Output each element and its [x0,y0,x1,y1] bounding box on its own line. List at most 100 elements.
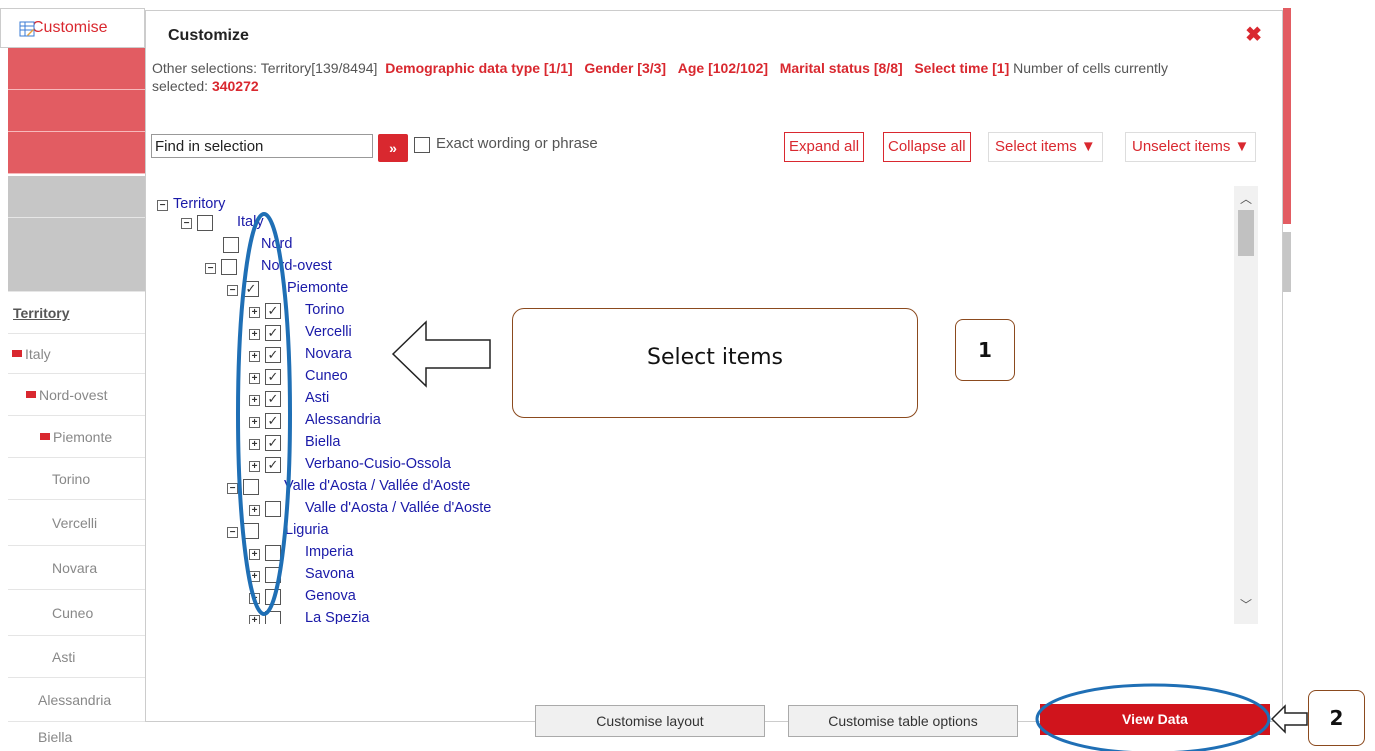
tree-checkbox[interactable] [265,545,281,561]
row-label: Piemonte [53,428,113,445]
expand-icon[interactable]: + [249,549,260,560]
tree-node-cuneo[interactable]: Cuneo [305,368,348,384]
tree-checkbox-checked[interactable]: ✓ [265,347,281,363]
tree-node-valle-aosta[interactable]: Valle d'Aosta / Vallée d'Aoste [305,500,491,516]
marital-selection[interactable]: Marital status [8/8] [780,60,903,76]
collapse-icon[interactable]: − [157,200,168,211]
tree-node-liguria[interactable]: Liguria [285,522,329,538]
expand-icon[interactable]: + [249,395,260,406]
expand-icon[interactable]: + [249,615,260,624]
tree-node-alessandria[interactable]: Alessandria [305,412,381,428]
unselect-items-dropdown[interactable]: Unselect items ▼ [1125,132,1257,162]
scroll-thumb[interactable] [1238,210,1254,256]
scroll-down-icon[interactable]: ﹀ [1240,596,1252,613]
expand-icon[interactable]: + [249,307,260,318]
demographic-selection[interactable]: Demographic data type [1/1] [385,60,573,76]
search-go-button[interactable]: » [378,134,408,162]
tree-checkbox[interactable] [265,567,281,583]
red-band [8,90,145,132]
tree-node-valle-aosta-region[interactable]: Valle d'Aosta / Vallée d'Aoste [284,478,470,494]
view-data-button[interactable]: View Data [1040,704,1270,735]
expand-icon[interactable]: + [249,329,260,340]
tree-node-vercelli[interactable]: Vercelli [305,324,352,340]
red-band [8,132,145,174]
scroll-up-icon[interactable]: ︿ [1240,190,1252,207]
tree-checkbox-checked[interactable]: ✓ [265,457,281,473]
tree-checkbox-checked[interactable]: ✓ [265,369,281,385]
row-label: Cuneo [52,604,94,621]
time-selection[interactable]: Select time [1] [914,60,1009,76]
expand-icon[interactable]: + [249,571,260,582]
tree-node-italy[interactable]: Italy [237,214,264,230]
customise-header[interactable]: Customise [0,8,145,48]
close-icon[interactable]: ✖ [1245,25,1262,45]
expand-icon[interactable]: + [249,593,260,604]
collapse-icon[interactable]: − [227,483,238,494]
dialog-title: Customize [168,27,249,44]
tree-checkbox-checked[interactable]: ✓ [265,391,281,407]
gender-selection[interactable]: Gender [3/3] [584,60,666,76]
expand-icon[interactable]: + [249,461,260,472]
tree-node-novara[interactable]: Novara [305,346,352,362]
tree-node-biella[interactable]: Biella [305,434,340,450]
tree-checkbox[interactable] [243,479,259,495]
find-in-selection-input[interactable] [151,134,373,158]
collapse-all-button[interactable]: Collapse all [883,132,971,162]
tree-node-savona[interactable]: Savona [305,566,354,582]
territory-selection[interactable]: Territory[139/8494] [261,60,378,76]
select-items-label: Select items [995,138,1077,155]
tree-checkbox-checked[interactable]: ✓ [265,435,281,451]
territory-header[interactable]: Territory [8,296,145,334]
tree-checkbox[interactable] [197,215,213,231]
collapse-icon[interactable]: − [227,285,238,296]
tree-node-verbano[interactable]: Verbano-Cusio-Ossola [305,456,451,472]
expand-icon[interactable]: + [249,439,260,450]
tree-node-nord-ovest[interactable]: Nord-ovest [261,258,332,274]
expand-icon[interactable]: + [249,351,260,362]
select-items-dropdown[interactable]: Select items ▼ [988,132,1103,162]
collapse-icon[interactable]: − [227,527,238,538]
tree-checkbox[interactable] [243,523,259,539]
row-label: Novara [52,559,98,576]
tree-node-imperia[interactable]: Imperia [305,544,353,560]
customise-table-options-button[interactable]: Customise table options [788,705,1018,737]
table-row[interactable]: Italy [8,334,145,374]
customise-layout-button[interactable]: Customise layout [535,705,765,737]
age-selection[interactable]: Age [102/102] [678,60,768,76]
table-row[interactable]: Nord-ovest [8,374,145,416]
tree-checkbox-checked[interactable]: ✓ [265,413,281,429]
red-band [8,48,145,90]
select-items-callout: Select items [512,308,918,418]
row-label: Vercelli [52,514,98,531]
selection-summary: Other selections: Territory[139/8494] De… [152,59,1212,95]
tree-checkbox[interactable] [265,501,281,517]
collapse-icon[interactable]: − [181,218,192,229]
tree-checkbox[interactable] [265,589,281,605]
table-row: Biella [8,722,145,751]
expand-icon[interactable]: + [249,417,260,428]
tree-node-piemonte[interactable]: Piemonte [287,280,348,296]
caret-down-icon: ▼ [1080,138,1096,155]
row-label: Torino [52,470,91,487]
expand-icon[interactable]: + [249,373,260,384]
tree-scrollbar[interactable]: ︿ ﹀ [1234,186,1258,624]
tree-node-nord[interactable]: Nord [261,236,292,252]
tree-checkbox[interactable] [223,237,239,253]
expand-icon[interactable]: + [249,505,260,516]
tree-checkbox-checked[interactable]: ✓ [265,325,281,341]
expand-all-button[interactable]: Expand all [784,132,865,162]
tree-checkbox-checked[interactable]: ✓ [265,303,281,319]
tree-checkbox-checked[interactable]: ✓ [243,281,259,297]
tree-checkbox[interactable] [221,259,237,275]
tree-node-genova[interactable]: Genova [305,588,356,604]
tree-node-torino[interactable]: Torino [305,302,345,318]
tree-node-la-spezia[interactable]: La Spezia [305,610,370,624]
tree-checkbox[interactable] [265,611,281,624]
tree-node-asti[interactable]: Asti [305,390,329,406]
selections-prefix: Other selections: [152,60,258,76]
collapse-icon[interactable]: − [205,263,216,274]
exact-wording-label: Exact wording or phrase [436,135,598,152]
exact-wording-checkbox[interactable] [414,137,430,153]
tree-node-territory[interactable]: Territory [173,196,225,212]
table-row[interactable]: Piemonte [8,416,145,458]
